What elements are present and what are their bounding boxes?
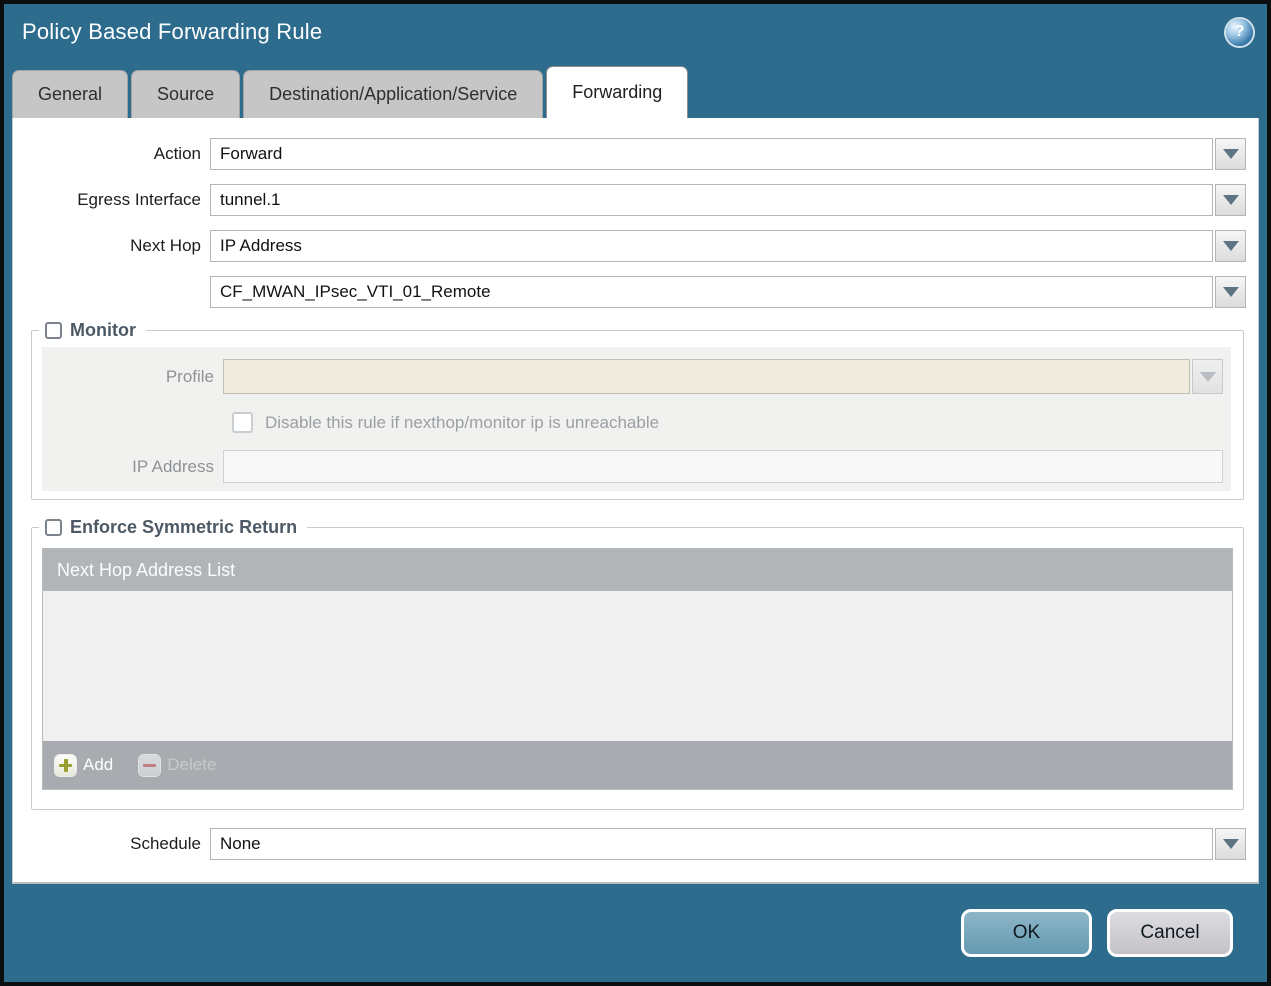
tab-strip: General Source Destination/Application/S… [4, 60, 1267, 118]
disable-rule-row: Disable this rule if nexthop/monitor ip … [232, 412, 1223, 433]
tab-forwarding[interactable]: Forwarding [546, 66, 689, 118]
enforce-symmetric-return-section: Enforce Symmetric Return Next Hop Addres… [31, 517, 1244, 810]
profile-dropdown-button-disabled [1192, 359, 1223, 394]
schedule-value[interactable]: None [210, 828, 1213, 860]
monitor-ip-address-input-disabled [223, 450, 1223, 483]
action-value[interactable]: Forward [210, 138, 1213, 170]
monitor-ip-address-label: IP Address [132, 456, 214, 476]
monitor-checkbox[interactable] [45, 322, 62, 339]
tab-destination-application-service[interactable]: Destination/Application/Service [243, 70, 544, 118]
next-hop-address-list-table: Next Hop Address List Add Delete [42, 548, 1233, 790]
profile-label: Profile [165, 366, 214, 386]
next-hop-address-select[interactable]: CF_MWAN_IPsec_VTI_01_Remote [210, 276, 1246, 308]
egress-interface-select[interactable]: tunnel.1 [210, 184, 1246, 216]
tab-source[interactable]: Source [131, 70, 241, 118]
question-mark-glyph: ? [1234, 23, 1245, 40]
action-row: Action Forward [13, 138, 1246, 170]
dialog-footer: OK Cancel [4, 884, 1267, 982]
action-dropdown-button[interactable] [1215, 138, 1246, 170]
policy-based-forwarding-dialog: Policy Based Forwarding Rule ? General S… [0, 0, 1271, 986]
minus-icon [139, 754, 161, 776]
chevron-down-icon [1222, 149, 1239, 159]
next-hop-type-dropdown-button[interactable] [1215, 230, 1246, 262]
help-icon[interactable]: ? [1226, 18, 1253, 46]
schedule-select[interactable]: None [210, 828, 1246, 860]
next-hop-address-list-header: Next Hop Address List [43, 549, 1232, 591]
title-bar: Policy Based Forwarding Rule ? [4, 4, 1267, 60]
next-hop-address-list-body-empty[interactable] [43, 591, 1232, 741]
profile-row: Profile [42, 359, 1223, 394]
monitor-section: Monitor Profile Disable this rule if nex… [31, 320, 1244, 500]
enforce-symmetric-return-checkbox[interactable] [45, 519, 62, 536]
next-hop-label: Next Hop [130, 236, 201, 255]
disable-rule-label: Disable this rule if nexthop/monitor ip … [265, 412, 660, 432]
egress-interface-label: Egress Interface [77, 190, 201, 209]
egress-interface-row: Egress Interface tunnel.1 [13, 184, 1246, 216]
monitor-legend: Monitor [39, 320, 146, 341]
next-hop-address-row: CF_MWAN_IPsec_VTI_01_Remote [13, 276, 1246, 308]
delete-button-disabled: Delete [139, 754, 217, 776]
next-hop-type-select[interactable]: IP Address [210, 230, 1246, 262]
chevron-down-icon [1222, 195, 1239, 205]
schedule-label: Schedule [130, 834, 201, 853]
cancel-button[interactable]: Cancel [1107, 909, 1233, 957]
schedule-dropdown-button[interactable] [1215, 828, 1246, 860]
next-hop-address-value[interactable]: CF_MWAN_IPsec_VTI_01_Remote [210, 276, 1213, 308]
plus-icon [55, 754, 76, 776]
ok-button[interactable]: OK [961, 909, 1092, 957]
enforce-symmetric-return-legend: Enforce Symmetric Return [39, 517, 308, 538]
next-hop-address-list-header-label: Next Hop Address List [57, 559, 236, 580]
egress-interface-value[interactable]: tunnel.1 [210, 184, 1213, 216]
monitor-label: Monitor [70, 320, 136, 340]
chevron-down-icon [1222, 839, 1239, 849]
action-select[interactable]: Forward [210, 138, 1246, 170]
next-hop-row: Next Hop IP Address [13, 230, 1246, 262]
add-button[interactable]: Add [55, 754, 114, 776]
monitor-panel: Profile Disable this rule if nexthop/mon… [42, 347, 1231, 491]
profile-select-disabled [223, 359, 1223, 394]
egress-interface-dropdown-button[interactable] [1215, 184, 1246, 216]
chevron-down-icon [1199, 371, 1216, 382]
disable-rule-checkbox-disabled [232, 412, 253, 433]
next-hop-address-list-toolbar: Add Delete [43, 741, 1232, 789]
enforce-symmetric-return-label: Enforce Symmetric Return [70, 517, 298, 537]
forwarding-tab-panel: Action Forward Egress Interface tunnel.1… [12, 118, 1259, 884]
monitor-ip-address-row: IP Address [42, 450, 1223, 483]
delete-button-label: Delete [167, 755, 217, 774]
add-button-label: Add [83, 755, 114, 774]
profile-value [223, 359, 1190, 394]
tab-general[interactable]: General [12, 70, 129, 118]
dialog-title: Policy Based Forwarding Rule [22, 19, 323, 44]
chevron-down-icon [1222, 241, 1239, 251]
chevron-down-icon [1222, 287, 1239, 297]
next-hop-address-dropdown-button[interactable] [1215, 276, 1246, 308]
action-label: Action [153, 144, 201, 163]
schedule-row: Schedule None [13, 828, 1246, 860]
next-hop-type-value[interactable]: IP Address [210, 230, 1213, 262]
